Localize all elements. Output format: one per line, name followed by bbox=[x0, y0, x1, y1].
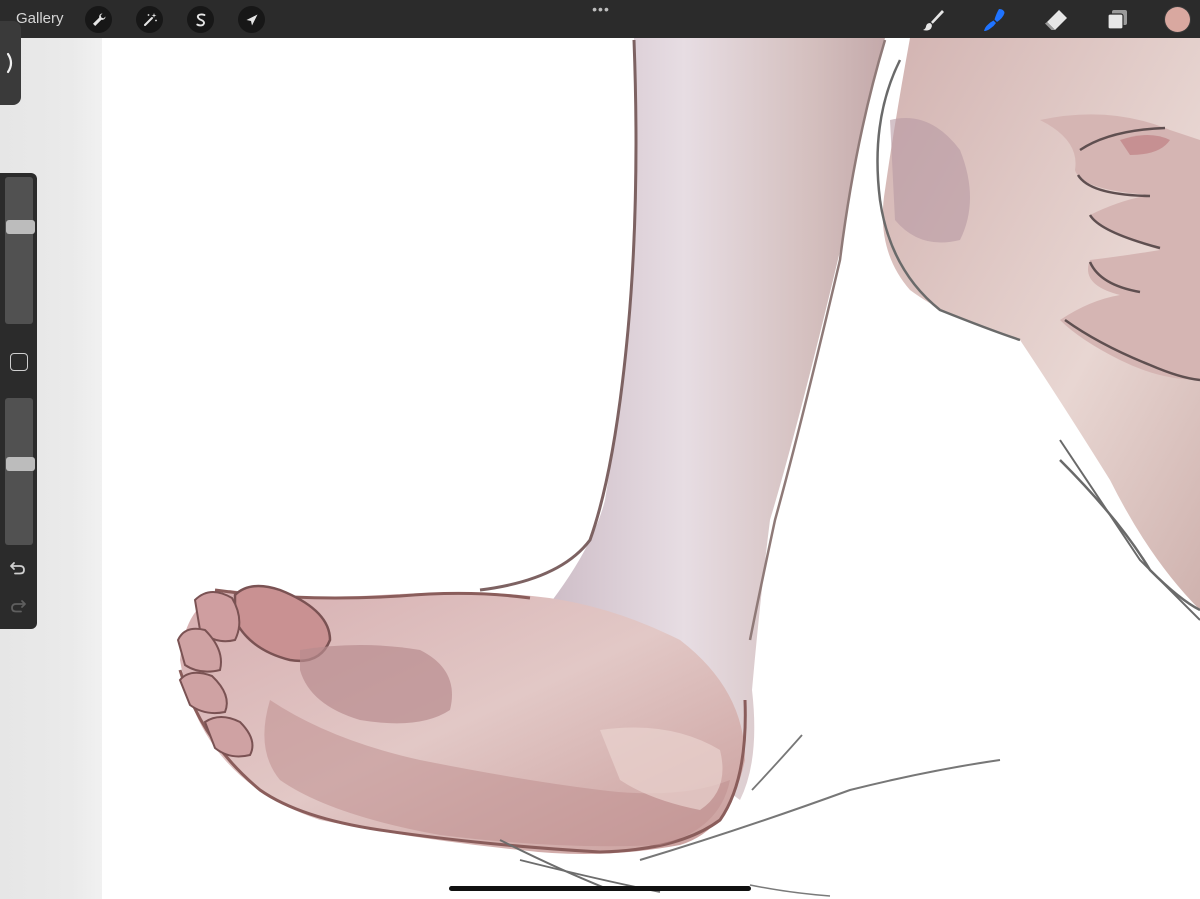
eraser-tool-button[interactable] bbox=[1042, 6, 1070, 34]
layers-button[interactable] bbox=[1103, 6, 1131, 34]
selection-button[interactable] bbox=[187, 6, 214, 33]
magic-wand-icon bbox=[143, 12, 157, 26]
adjustments-button[interactable] bbox=[136, 6, 163, 33]
brush-icon bbox=[923, 10, 944, 31]
home-indicator[interactable] bbox=[449, 886, 751, 891]
top-toolbar: Gallery ••• bbox=[0, 0, 1200, 38]
brush-opacity-thumb[interactable] bbox=[6, 457, 35, 471]
motion-stroke-5 bbox=[749, 884, 831, 897]
undo-icon bbox=[10, 562, 25, 575]
brush-tool-button[interactable] bbox=[919, 6, 947, 34]
drawing-canvas[interactable] bbox=[0, 0, 1200, 899]
chevron-right-icon bbox=[6, 52, 12, 74]
arrow-cursor-icon bbox=[246, 14, 257, 25]
modify-button[interactable] bbox=[10, 353, 28, 371]
left-sidebar bbox=[0, 173, 37, 629]
brush-size-thumb[interactable] bbox=[6, 220, 35, 234]
smudge-icon bbox=[984, 9, 1005, 31]
brush-size-slider[interactable] bbox=[5, 177, 35, 324]
brush-opacity-slider[interactable] bbox=[5, 398, 35, 545]
sidebar-toggle-tab[interactable] bbox=[0, 21, 21, 105]
more-options-handle[interactable]: ••• bbox=[590, 2, 612, 16]
gallery-button[interactable]: Gallery bbox=[16, 10, 64, 27]
selection-s-icon bbox=[195, 13, 205, 26]
redo-button[interactable] bbox=[8, 596, 28, 616]
redo-icon bbox=[11, 600, 26, 613]
color-picker-swatch[interactable] bbox=[1165, 7, 1190, 32]
actions-button[interactable] bbox=[85, 6, 112, 33]
transform-button[interactable] bbox=[238, 6, 265, 33]
undo-button[interactable] bbox=[8, 558, 28, 578]
artwork[interactable] bbox=[0, 0, 1200, 899]
eraser-icon bbox=[1045, 10, 1067, 30]
motion-stroke-4 bbox=[751, 734, 803, 791]
smudge-tool-button[interactable] bbox=[980, 6, 1008, 34]
layers-icon bbox=[1107, 10, 1127, 30]
wrench-icon bbox=[92, 12, 106, 26]
